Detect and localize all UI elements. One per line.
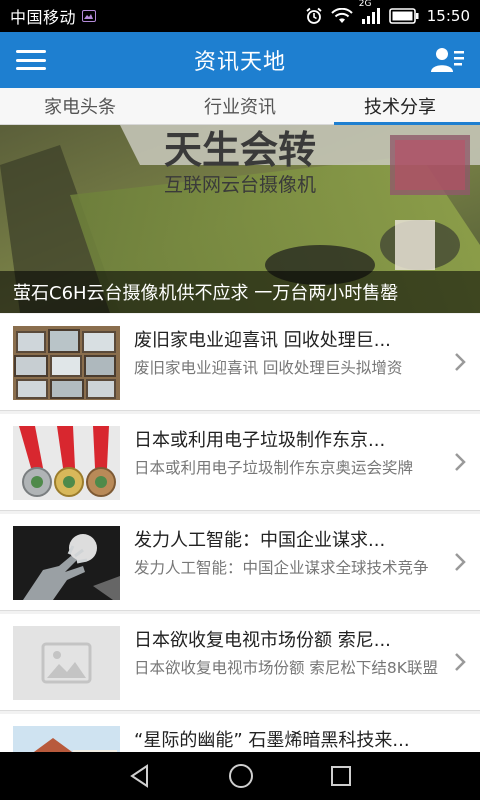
system-nav-bar <box>0 752 480 800</box>
news-title: “星际的幽能” 石墨烯暗黑科技来... <box>134 730 410 751</box>
image-placeholder-icon <box>41 642 92 684</box>
alarm-icon <box>305 7 323 25</box>
network-type: 2G <box>358 0 372 9</box>
carrier-name: 中国移动 <box>10 8 77 27</box>
wifi-icon <box>331 8 353 24</box>
thumbnail-tv-stack <box>13 326 120 400</box>
battery-icon <box>388 8 419 24</box>
banner-image-subtitle: 互联网云台摄像机 <box>164 174 316 196</box>
banner-image-title: 天生会转 <box>164 128 316 172</box>
user-list-icon <box>431 48 464 72</box>
tab-label: 行业资讯 <box>204 97 276 118</box>
page-title: 资讯天地 <box>193 50 286 75</box>
thumbnail-medals <box>13 426 120 500</box>
news-title: 发力人工智能：中国企业谋求... <box>134 530 386 551</box>
tab-appliance-headlines[interactable]: 家电头条 <box>0 88 160 124</box>
tab-tech-sharing[interactable]: 技术分享 <box>320 88 480 125</box>
chevron-right-icon <box>455 453 466 471</box>
chevron-right-icon <box>455 553 466 571</box>
user-profile-button[interactable] <box>430 44 466 76</box>
signal-icon: 2G <box>359 0 381 24</box>
thumbnail-robot-hand <box>13 526 120 600</box>
app-header: 资讯天地 <box>0 32 480 88</box>
menu-icon-bar <box>16 67 46 70</box>
list-item[interactable]: 废旧家电业迎喜讯 回收处理巨... 废旧家电业迎喜讯 回收处理巨头拟增资 <box>0 314 480 411</box>
news-summary: 日本或利用电子垃圾制作东京奥运会奖牌 <box>134 459 414 477</box>
news-summary: 日本欲收复电视市场份额 索尼松下结8K联盟 <box>134 659 438 677</box>
news-title: 日本欲收复电视市场份额 索尼... <box>134 630 391 651</box>
news-title: 日本或利用电子垃圾制作东京... <box>134 430 386 451</box>
list-item[interactable]: 日本欲收复电视市场份额 索尼... 日本欲收复电视市场份额 索尼松下结8K联盟 <box>0 614 480 711</box>
tab-label: 家电头条 <box>44 97 116 118</box>
menu-icon-bar <box>16 50 46 53</box>
back-triangle-icon[interactable] <box>127 763 153 789</box>
list-item[interactable]: 日本或利用电子垃圾制作东京... 日本或利用电子垃圾制作东京奥运会奖牌 <box>0 414 480 511</box>
news-title: 废旧家电业迎喜讯 回收处理巨... <box>134 330 391 351</box>
category-tabs: 家电头条 行业资讯 技术分享 <box>0 88 480 125</box>
news-summary: 废旧家电业迎喜讯 回收处理巨头拟增资 <box>134 359 403 377</box>
banner-caption: 萤石C6H云台摄像机供不应求 一万台两小时售罄 <box>0 271 480 313</box>
news-list: 废旧家电业迎喜讯 回收处理巨... 废旧家电业迎喜讯 回收处理巨头拟增资 日本或… <box>0 314 480 800</box>
chevron-right-icon <box>455 653 466 671</box>
tab-industry-news[interactable]: 行业资讯 <box>160 88 320 124</box>
featured-banner[interactable]: 天生会转 互联网云台摄像机 萤石C6H云台摄像机供不应求 一万台两小时售罄 <box>0 125 480 313</box>
clock-time: 15:50 <box>426 7 470 25</box>
menu-button[interactable] <box>16 46 46 74</box>
list-item[interactable]: 发力人工智能：中国企业谋求... 发力人工智能：中国企业谋求全球技术竞争 <box>0 514 480 611</box>
thumbnail-placeholder <box>13 626 120 700</box>
chevron-right-icon <box>455 353 466 371</box>
news-summary: 发力人工智能：中国企业谋求全球技术竞争 <box>134 559 429 577</box>
gallery-notification-icon <box>82 10 97 22</box>
menu-icon-bar <box>16 58 46 62</box>
home-circle-icon[interactable] <box>227 762 255 790</box>
tab-label: 技术分享 <box>364 97 436 118</box>
recent-apps-square-icon[interactable] <box>329 764 353 788</box>
status-bar: 中国移动 2G 15:50 <box>0 0 480 32</box>
